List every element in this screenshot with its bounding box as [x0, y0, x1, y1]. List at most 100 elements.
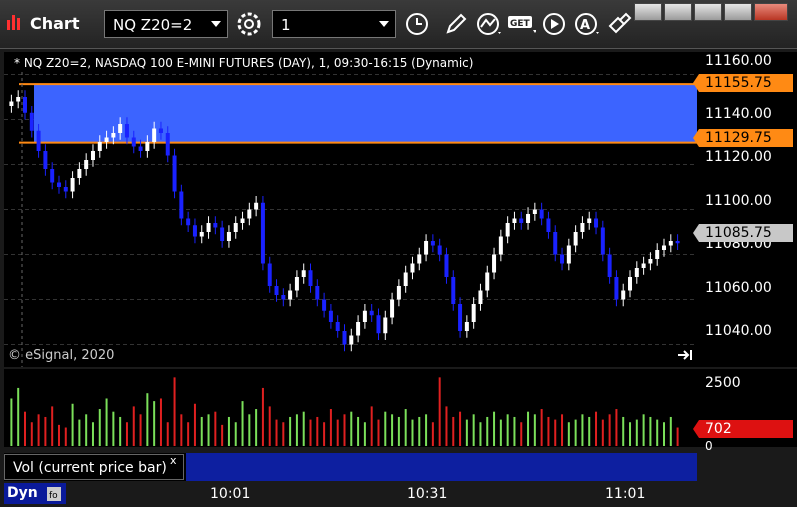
candle-body	[485, 272, 490, 291]
maximize-button[interactable]	[694, 3, 722, 21]
candle-body	[532, 209, 537, 214]
clock-icon[interactable]	[402, 10, 432, 38]
dynamic-mode-button[interactable]: Dyn fo	[4, 483, 66, 504]
legend-value-area	[186, 453, 697, 481]
minimize-button[interactable]	[724, 3, 752, 21]
volume-bar	[316, 416, 319, 446]
candle-body	[315, 286, 320, 300]
volume-bar	[91, 422, 94, 446]
volume-label-zero: 0	[705, 439, 713, 453]
candle-body	[233, 223, 238, 232]
link-icon[interactable]	[604, 10, 634, 38]
candle-body	[158, 128, 163, 133]
price-chart[interactable]: * NQ Z20=2, NASDAQ 100 E-MINI FUTURES (D…	[4, 52, 697, 367]
title-bar: Chart NQ Z20=2 1 GET A	[0, 0, 797, 49]
candle-body	[43, 151, 48, 169]
candle-body	[240, 218, 245, 223]
volume-panel[interactable]	[4, 369, 697, 447]
volume-bar	[567, 422, 570, 446]
alert-icon[interactable]: A	[572, 10, 602, 38]
candle-body	[662, 245, 667, 250]
time-label: 10:01	[210, 486, 251, 502]
interval-value: 1	[281, 16, 291, 34]
current-volume-tag: 702	[693, 420, 793, 438]
symbol-value: NQ Z20=2	[113, 16, 193, 34]
candle-body	[451, 277, 456, 304]
volume-bar	[642, 414, 645, 446]
candle-body	[573, 232, 578, 246]
candle-body	[437, 245, 442, 255]
chevron-down-icon[interactable]	[379, 21, 389, 27]
volume-bar	[193, 403, 196, 446]
candle-body	[301, 270, 306, 277]
interval-input[interactable]: 1	[272, 10, 396, 38]
volume-bar	[479, 422, 482, 446]
volume-bar	[472, 414, 475, 446]
volume-bar	[112, 411, 115, 446]
volume-bar	[438, 377, 441, 446]
candle-body	[512, 218, 517, 223]
candle-body	[288, 290, 293, 300]
volume-bar	[159, 398, 162, 446]
candle-body	[50, 169, 55, 183]
settings-gear-icon[interactable]	[234, 10, 264, 38]
candle-body	[600, 227, 605, 255]
candle-body	[152, 128, 157, 142]
candle-body	[498, 236, 503, 255]
candle-body	[111, 133, 116, 138]
pencil-draw-icon[interactable]	[440, 10, 470, 38]
volume-bar	[554, 419, 557, 446]
zone-lower-tag: 11129.75	[693, 129, 793, 147]
candle-body	[580, 223, 585, 232]
chevron-down-icon[interactable]	[211, 21, 221, 27]
volume-bar	[166, 422, 169, 446]
volume-bar	[595, 411, 598, 446]
candle-body	[362, 310, 367, 322]
volume-bar	[527, 411, 530, 446]
volume-bar	[377, 419, 380, 446]
candle-body	[655, 250, 660, 259]
candle-body	[614, 277, 619, 300]
popout-button[interactable]	[664, 3, 692, 21]
candle-body	[376, 315, 381, 334]
candle-body	[430, 241, 435, 246]
volume-bar	[663, 422, 666, 446]
candle-body	[104, 137, 109, 142]
candle-body	[526, 214, 531, 223]
candle-body	[16, 97, 21, 102]
candle-body	[172, 155, 177, 192]
get-data-icon[interactable]: GET	[506, 10, 536, 38]
volume-bar	[98, 409, 101, 446]
candle-body	[118, 124, 123, 133]
candle-body	[505, 223, 510, 237]
dynamic-mode-label: Dyn	[7, 485, 38, 501]
candle-body	[539, 209, 544, 219]
close-button[interactable]	[754, 3, 788, 21]
volume-bar	[397, 416, 400, 446]
candle-body	[322, 299, 327, 311]
volume-bar	[452, 416, 455, 446]
volume-bar	[119, 416, 122, 446]
volume-bar	[234, 422, 237, 446]
candle-body	[546, 218, 551, 232]
play-icon[interactable]	[540, 10, 570, 38]
studies-icon[interactable]	[474, 10, 504, 38]
volume-bar	[241, 401, 244, 446]
volume-bar	[295, 414, 298, 446]
volume-bar	[146, 393, 149, 446]
candle-body	[84, 160, 89, 169]
volume-bar	[656, 419, 659, 446]
legend-close-icon[interactable]: x	[170, 454, 177, 467]
symbol-input[interactable]: NQ Z20=2	[104, 10, 228, 38]
volume-bar	[520, 422, 523, 446]
volume-bar	[425, 414, 428, 446]
legend-tab-volume[interactable]: Vol (current price bar)	[4, 454, 184, 480]
copyright-watermark: © eSignal, 2020	[8, 348, 115, 363]
candle-body	[220, 227, 225, 241]
volume-bar	[51, 406, 54, 446]
legend-label: Vol (current price bar)	[13, 460, 167, 476]
volume-canvas	[10, 377, 679, 446]
restore-button[interactable]	[634, 3, 662, 21]
scroll-to-end-icon[interactable]	[676, 348, 694, 362]
candle-body	[478, 290, 483, 304]
